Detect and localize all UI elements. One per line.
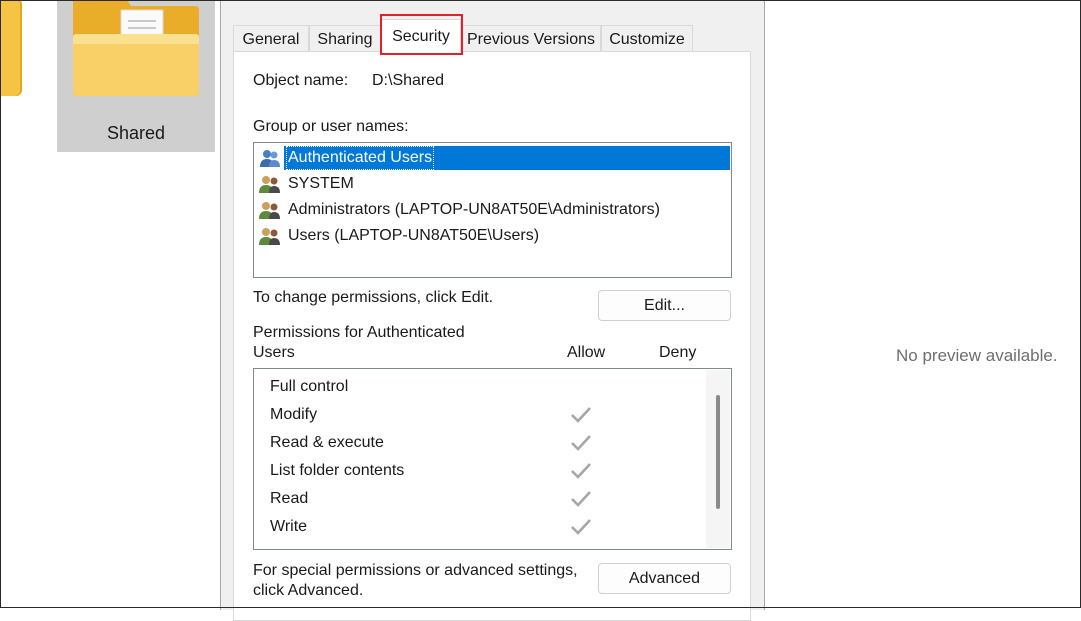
preview-placeholder-text: No preview available. [896,346,1058,365]
allow-check-icon [571,435,591,451]
tab-sharing[interactable]: Sharing [309,25,381,51]
tab-customize[interactable]: Customize [601,25,693,51]
list-item-label: Users (LAPTOP-UN8AT50E\Users) [288,227,540,244]
permission-list-folder-contents: List folder contents [270,462,405,479]
allow-column-header: Allow [567,344,606,361]
scrollbar-thumb[interactable] [716,395,720,509]
security-tab-highlight [380,14,463,55]
list-item-label: Administrators (LAPTOP-UN8AT50E\Administ… [288,201,660,218]
list-item-users[interactable]: Users (LAPTOP-UN8AT50E\Users) [258,224,541,248]
allow-check-icon [571,407,591,423]
users-group-icon [259,202,280,219]
permissions-label-line2: Users [253,344,295,361]
permissions-scrollbar[interactable] [706,370,730,548]
folder-icon [71,0,201,103]
permission-full-control: Full control [270,378,349,395]
permission-modify: Modify [270,406,318,423]
deny-column-header: Deny [659,344,697,361]
permission-read-execute: Read & execute [270,434,384,451]
list-item-administrators[interactable]: Administrators (LAPTOP-UN8AT50E\Administ… [258,198,662,222]
allow-check-icon [571,491,591,507]
tab-previous-versions[interactable]: Previous Versions [461,25,601,51]
change-permissions-text: To change permissions, click Edit. [253,289,494,306]
folder-icon-partial[interactable] [0,0,22,96]
list-item-system[interactable]: SYSTEM [258,172,356,196]
permissions-list[interactable]: Full control Modify Read & execute List … [253,368,732,550]
user-list[interactable]: Authenticated Users SYSTEM Administrator… [253,142,732,278]
tab-general[interactable]: General [233,25,309,51]
special-permissions-text-line1: For special permissions or advanced sett… [253,562,578,579]
list-item-label: Authenticated Users [286,146,435,170]
edit-button[interactable]: Edit... [598,290,731,321]
allow-check-icon [571,463,591,479]
object-name-value: D:\Shared [372,72,445,89]
advanced-button[interactable]: Advanced [598,563,731,594]
list-item-label: SYSTEM [288,175,354,192]
allow-check-icon [571,519,591,535]
shared-folder-item[interactable]: Shared [57,0,215,152]
permission-write: Write [270,518,308,535]
users-group-icon [260,150,280,167]
permission-read: Read [270,490,309,507]
object-name-label: Object name: [253,72,349,89]
users-group-icon [259,228,280,245]
list-item-authenticated-users[interactable]: Authenticated Users [258,146,435,170]
folder-label: Shared [106,123,166,143]
group-names-label: Group or user names: [253,118,409,135]
permissions-label-line1: Permissions for Authenticated [253,324,465,341]
special-permissions-text-line2: click Advanced. [253,582,364,599]
users-group-icon [259,176,280,193]
